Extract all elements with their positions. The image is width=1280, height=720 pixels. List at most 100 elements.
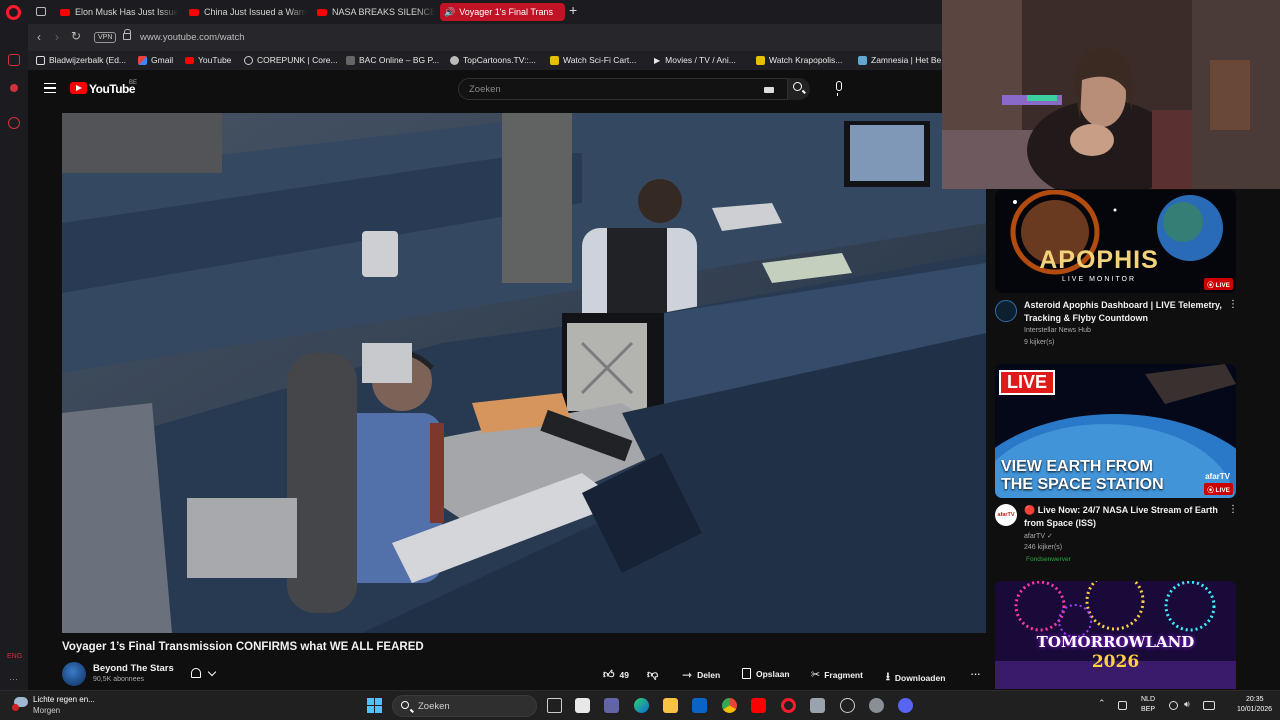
more-options-icon[interactable]: ··· (970, 666, 981, 681)
bookmark-icon (742, 668, 751, 679)
save-button[interactable]: Opslaan (742, 668, 790, 679)
settings-icon[interactable] (869, 698, 884, 713)
bookmark-item[interactable]: Bladwijzerbalk (Ed... (36, 55, 126, 65)
bell-icon[interactable] (191, 668, 201, 678)
youtube-app-icon[interactable] (751, 698, 766, 713)
url-field[interactable]: www.youtube.com/watch (140, 32, 245, 43)
recommendation-thumbnail[interactable]: LIVE VIEW EARTH FROM THE SPACE STATION a… (995, 364, 1236, 498)
widgets-icon[interactable] (575, 698, 590, 713)
battery-icon[interactable] (1203, 701, 1215, 710)
forward-button[interactable]: › (55, 30, 59, 44)
video-player[interactable] (62, 113, 986, 633)
bookmark-item[interactable]: COREPUNK | Core... (244, 55, 338, 65)
download-button[interactable]: ⭳ Downloaden (886, 668, 945, 687)
menu-icon[interactable] (44, 83, 56, 93)
live-badge-text: LIVE (1215, 282, 1230, 289)
history-icon[interactable] (8, 117, 20, 129)
channel-avatar[interactable]: afarTV (995, 504, 1017, 526)
dislike-button[interactable]: 👎︎ (647, 668, 658, 681)
wallet-icon[interactable] (8, 54, 20, 66)
title-line: Tracking & Flyby Countdown (1024, 312, 1149, 323)
bookmarks-bar: Bladwijzerbalk (Ed... Gmail YouTube CORE… (28, 51, 942, 70)
viewer-count: 246 kijker(s) (1024, 544, 1063, 551)
clock-date[interactable]: 10/01/2026 (1237, 706, 1272, 713)
more-options-icon[interactable]: ⋮ (1228, 300, 1238, 310)
reload-button[interactable]: ↻ (71, 29, 81, 43)
tray-app-icon[interactable] (1118, 701, 1127, 710)
like-button[interactable]: 👍︎ 49 (603, 668, 629, 681)
tab-list-icon[interactable] (36, 7, 46, 16)
microphone-icon[interactable] (836, 81, 842, 96)
bookmark-label: Movies / TV / Ani... (665, 55, 736, 65)
weather-text[interactable]: Lichte regen en... (33, 695, 95, 704)
youtube-logo-icon[interactable] (70, 82, 87, 94)
channel-avatar[interactable] (62, 662, 86, 686)
bookmark-item[interactable]: TopCartoons.TV::... (450, 55, 536, 65)
recommendation-thumbnail[interactable]: APOPHIS LIVE MONITOR ⦿ LIVE (995, 190, 1236, 293)
channel-name[interactable]: Beyond The Stars (93, 663, 174, 674)
recommendation-channel[interactable]: Interstellar News Hub (1024, 327, 1091, 334)
chrome-icon[interactable] (722, 698, 737, 713)
clip-button[interactable]: ✂ Fragment (811, 668, 863, 681)
lock-icon[interactable] (123, 29, 131, 40)
tab-voyager-active[interactable]: 🔊 Voyager 1's Final Trans (440, 3, 565, 21)
wifi-icon[interactable] (1169, 701, 1178, 710)
opera-logo-icon[interactable] (6, 5, 21, 20)
new-tab-button[interactable]: + (569, 2, 577, 18)
thumbnail-caption: VIEW EARTH FROM THE SPACE STATION (1001, 458, 1164, 494)
clip-label: Fragment (824, 669, 863, 680)
share-button[interactable]: ⇾ Delen (682, 668, 720, 682)
task-view-icon[interactable] (547, 698, 562, 713)
edge-icon[interactable] (634, 698, 649, 713)
channel-avatar[interactable] (995, 300, 1017, 322)
youtube-music-icon[interactable] (10, 84, 18, 92)
keyboard-layout[interactable]: BEP (1141, 706, 1155, 713)
bookmark-label: TopCartoons.TV::... (463, 55, 536, 65)
taskbar-search[interactable]: Zoeken (392, 695, 537, 717)
bookmark-item[interactable]: Gmail (138, 55, 173, 65)
chevron-down-icon[interactable] (207, 667, 217, 677)
like-count: 49 (619, 669, 629, 680)
scissors-icon: ✂ (811, 669, 821, 681)
search-input[interactable]: Zoeken (458, 78, 788, 100)
subscriber-count: 90,5K abonnees (93, 676, 144, 683)
thumbnail-title: TOMORROWLAND (1036, 633, 1195, 651)
recommendation-title[interactable]: 🔴 Live Now: 24/7 NASA Live Stream of Ear… (1024, 504, 1230, 529)
krapopolis-icon (756, 55, 765, 65)
live-badge-text: LIVE (1215, 487, 1230, 494)
windows-start-icon[interactable] (367, 698, 383, 714)
bookmark-item[interactable]: Watch Krapopolis... (756, 55, 842, 65)
alert-dot-icon (12, 704, 19, 711)
recommendation-thumbnail[interactable]: TOMORROWLAND 2026 (995, 581, 1236, 689)
file-explorer-icon[interactable] (663, 698, 678, 713)
teams-icon[interactable] (604, 698, 619, 713)
back-button[interactable]: ‹ (37, 30, 41, 44)
search-icon (401, 701, 409, 709)
thumbs-up-icon: 👍︎ (603, 669, 615, 681)
live-sticker: LIVE (999, 370, 1056, 395)
recommendation-title[interactable]: Asteroid Apophis Dashboard | LIVE Teleme… (1024, 299, 1230, 324)
play-icon: ▶ (654, 55, 661, 65)
steam-icon[interactable] (840, 698, 855, 713)
bookmark-item[interactable]: Watch Sci-Fi Cart... (550, 55, 636, 65)
discord-icon[interactable] (898, 698, 913, 713)
bookmark-item[interactable]: BAC Online – BG P... (346, 55, 439, 65)
recommendation-channel[interactable]: afarTV ✓ (1024, 532, 1053, 540)
opera-taskbar-icon[interactable] (781, 698, 796, 713)
tray-chevron-icon[interactable]: ⌃ (1098, 698, 1106, 709)
bookmark-item[interactable]: Zamnesia | Het Be (858, 55, 941, 65)
bookmark-item[interactable]: ▶ Movies / TV / Ani... (654, 55, 736, 65)
calculator-icon[interactable] (810, 698, 825, 713)
search-button[interactable] (788, 78, 810, 100)
weather-day[interactable]: Morgen (33, 706, 60, 715)
outlook-icon[interactable] (692, 698, 707, 713)
channel-label: afarTV (1024, 533, 1046, 540)
input-language[interactable]: NLD (1141, 696, 1155, 703)
keyboard-icon[interactable] (764, 87, 774, 93)
clock-time[interactable]: 20:35 (1246, 696, 1264, 703)
bookmark-item[interactable]: YouTube (185, 55, 231, 65)
sidebar-more-icon[interactable]: ··· (9, 674, 18, 684)
volume-icon[interactable]: 🔊︎ (1184, 699, 1190, 710)
more-options-icon[interactable]: ⋮ (1228, 505, 1238, 515)
vpn-badge[interactable]: VPN (94, 32, 117, 43)
